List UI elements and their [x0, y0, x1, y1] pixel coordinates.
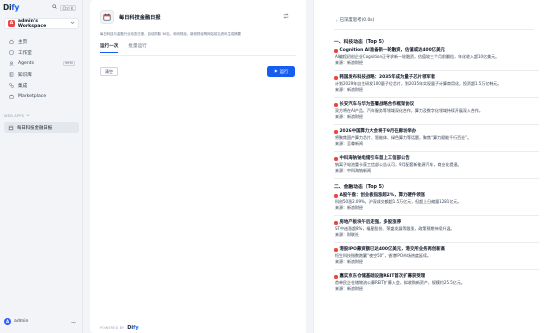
bullet-icon: [334, 130, 338, 134]
tab-run-once[interactable]: 运行一次: [100, 43, 119, 53]
chevron-down-icon: [70, 20, 75, 27]
powered-by: POWERED BY Dify: [100, 325, 139, 331]
search-icon[interactable]: [52, 4, 57, 11]
list-item: A股午盘：创业板指涨超2%，算力硬件领涨 科创50涨2.09%，沪深成交额超1.…: [334, 193, 462, 210]
sidebar: Dify Ctrl K A admin's Workspace 主页 工作室 A…: [0, 0, 83, 333]
dify-logo: Dify: [127, 325, 139, 331]
calendar-icon: [8, 124, 14, 131]
item-divider: [334, 178, 539, 179]
tabs-divider: [100, 55, 296, 56]
bullet-icon: [334, 275, 338, 279]
list-item: 房地产板块午后走强，多股涨停 ST中迪涨超8%，福星股份、荣盛发展等跟涨，政策预…: [334, 220, 455, 237]
workspace-switcher[interactable]: A admin's Workspace: [4, 18, 79, 29]
agents-icon: [9, 61, 14, 66]
nav-item-knowledge[interactable]: 知识库: [4, 69, 79, 80]
nav-item-studio[interactable]: 工作室: [4, 47, 79, 58]
result-document: 一、科技动态（Top 5） Cognition AI准备新一轮融资，估值或达40…: [334, 35, 539, 296]
section-heading: 二、金融动态（Top 5）: [334, 185, 387, 190]
bullet-icon: [334, 157, 338, 161]
calendar-icon: [100, 10, 114, 24]
item-divider: [334, 124, 539, 125]
app-description: 每日科技与金融行业动态日报，自动抓取 36氪、和讯财经、新浪财经等网站前沿资讯生…: [100, 32, 242, 36]
nav-item-agents[interactable]: Agents BETA: [4, 58, 79, 69]
avatar: A: [4, 318, 11, 325]
user-name: admin: [14, 319, 29, 324]
bullet-icon: [334, 103, 338, 107]
app-title: 每日科技金融日报: [119, 14, 161, 21]
dify-logo[interactable]: Dify: [3, 3, 19, 12]
main-nav: 主页 工作室 Agents BETA 知识库 集成 Marketplace: [4, 36, 79, 102]
play-icon: [274, 68, 278, 75]
list-item: 中科海钠钠电储引车首上工信部公告 钠离子电池重卡获工信部公告认可，9月配套新能源…: [334, 156, 462, 173]
chevron-right-icon: ›: [336, 17, 338, 23]
divider: [334, 29, 534, 30]
item-divider: [334, 215, 539, 216]
studio-icon: [9, 50, 14, 55]
item-divider: [334, 97, 539, 98]
user-profile[interactable]: A admin: [4, 318, 28, 325]
home-icon: [9, 39, 14, 44]
item-divider: [334, 269, 539, 270]
item-divider: [334, 151, 539, 152]
run-button[interactable]: 运行: [267, 66, 295, 77]
list-item: 2026中国算力大会将于9月在廊坊举办 将聚焦国产算力芯片、智能体、绿色算力等话…: [334, 129, 472, 146]
bullet-icon: [334, 76, 338, 80]
webapps-section-label[interactable]: WEB APPS: [4, 113, 30, 118]
swap-icon[interactable]: [283, 13, 289, 21]
bullet-icon: [334, 194, 338, 198]
chevron-down-icon: [26, 113, 30, 118]
shortcut-hint: Ctrl K: [60, 4, 77, 11]
list-item: 嘉实京东仓储基础设施REIT首次扩募获受理 首单民企仓储物流公募REIT扩募入会…: [334, 274, 465, 291]
thinking-status[interactable]: › 已深度思考(0.0s): [336, 17, 374, 24]
list-item: Cognition AI准备新一轮融资，估值或达400亿美元 AI编程初创企业C…: [334, 48, 500, 65]
section-heading: 一、科技动态（Top 5）: [334, 40, 387, 45]
item-divider: [334, 242, 539, 243]
result-panel: › 已深度思考(0.0s) 一、科技动态（Top 5） Cognition AI…: [313, 0, 554, 333]
tab-bar: 运行一次 批量运行: [100, 43, 147, 53]
item-divider: [334, 70, 539, 71]
bullet-icon: [334, 49, 338, 53]
tab-batch-run[interactable]: 批量运行: [128, 43, 146, 53]
list-item: 长安汽车与华为签署战略合作框架协议 双方将在AI产品、汽车服务等领域深化合作，算…: [334, 102, 483, 119]
workspace-badge: A: [8, 20, 15, 27]
webapp-item-daily-report[interactable]: 每日科技金融日报: [4, 122, 79, 133]
workspace-name: admin's Workspace: [17, 18, 47, 29]
more-icon[interactable]: [71, 320, 76, 326]
nav-item-home[interactable]: 主页: [4, 36, 79, 47]
app-panel: 每日科技金融日报 每日科技与金融行业动态日报，自动抓取 36氪、和讯财经、新浪财…: [90, 0, 306, 333]
nav-item-marketplace[interactable]: Marketplace: [4, 91, 79, 102]
knowledge-icon: [9, 72, 14, 77]
integration-icon: [9, 83, 14, 88]
beta-badge: BETA: [63, 60, 75, 67]
bullet-icon: [334, 248, 338, 252]
nav-item-integration[interactable]: 集成: [4, 80, 79, 91]
list-item: 韩国发布科技战略：2035年成为量子芯片领军者 计划2029年自主研发100量子…: [334, 75, 502, 92]
bullet-icon: [334, 221, 338, 225]
marketplace-icon: [9, 94, 14, 99]
clear-button[interactable]: 清空: [100, 67, 118, 76]
list-item: 港股IPO募资额已达400亿美元，港交所业务再创新高 恒生科技指数跑赢“夜空50…: [334, 247, 446, 264]
